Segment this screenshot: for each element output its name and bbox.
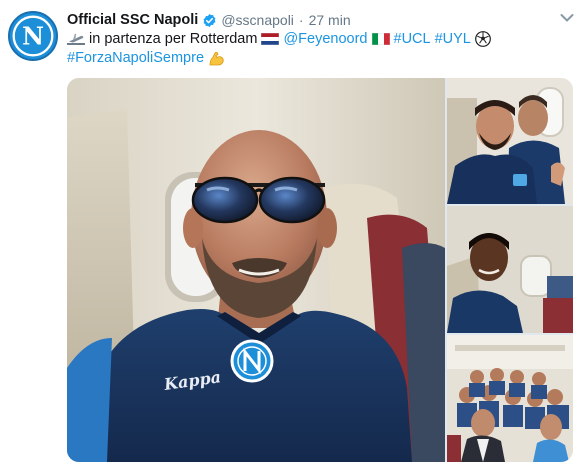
airplane-departure-icon — [67, 32, 85, 46]
italy-flag-icon — [371, 33, 390, 45]
hashtag-forza-link[interactable]: #ForzaNapoliSempre — [67, 48, 204, 68]
photo-main[interactable]: Kappa — [67, 78, 445, 462]
hashtag-uyl-link[interactable]: #UYL — [435, 29, 471, 49]
media-grid: Kappa — [67, 78, 573, 462]
timestamp-link[interactable]: 27 min — [309, 12, 351, 28]
soccer-ball-icon — [474, 31, 491, 47]
author-name[interactable]: Official SSC Napoli — [67, 12, 198, 28]
napoli-logo-icon: N — [10, 13, 56, 59]
netherlands-flag-icon — [261, 33, 280, 45]
avatar-letter: N — [22, 22, 44, 50]
tweet-text-line-1: in partenza per Rotterdam @Feyenoord #UC… — [67, 29, 495, 49]
hashtag-ucl-link[interactable]: #UCL — [394, 29, 431, 49]
author-handle[interactable]: @sscnapoli — [221, 12, 294, 28]
avatar[interactable]: N — [8, 11, 58, 61]
tweet-text-departure: in partenza per Rotterdam — [89, 31, 258, 47]
separator-dot: · — [298, 12, 304, 28]
chevron-down-icon[interactable] — [560, 13, 574, 23]
photo-thumbnail-1[interactable] — [447, 78, 573, 204]
photo-thumbnail-2[interactable] — [447, 206, 573, 333]
tweet-text-line-2: #ForzaNapoliSempre — [67, 48, 229, 68]
flexed-biceps-icon — [208, 50, 225, 67]
tweet[interactable]: N Official SSC Napoli @sscnapoli · 27 mi… — [0, 0, 583, 464]
verified-badge-icon — [202, 13, 217, 28]
photo-thumbnail-3[interactable] — [447, 335, 573, 462]
mention-feyenoord-link[interactable]: @Feyenoord — [283, 29, 367, 49]
tweet-header: Official SSC Napoli @sscnapoli · 27 min — [67, 10, 351, 30]
